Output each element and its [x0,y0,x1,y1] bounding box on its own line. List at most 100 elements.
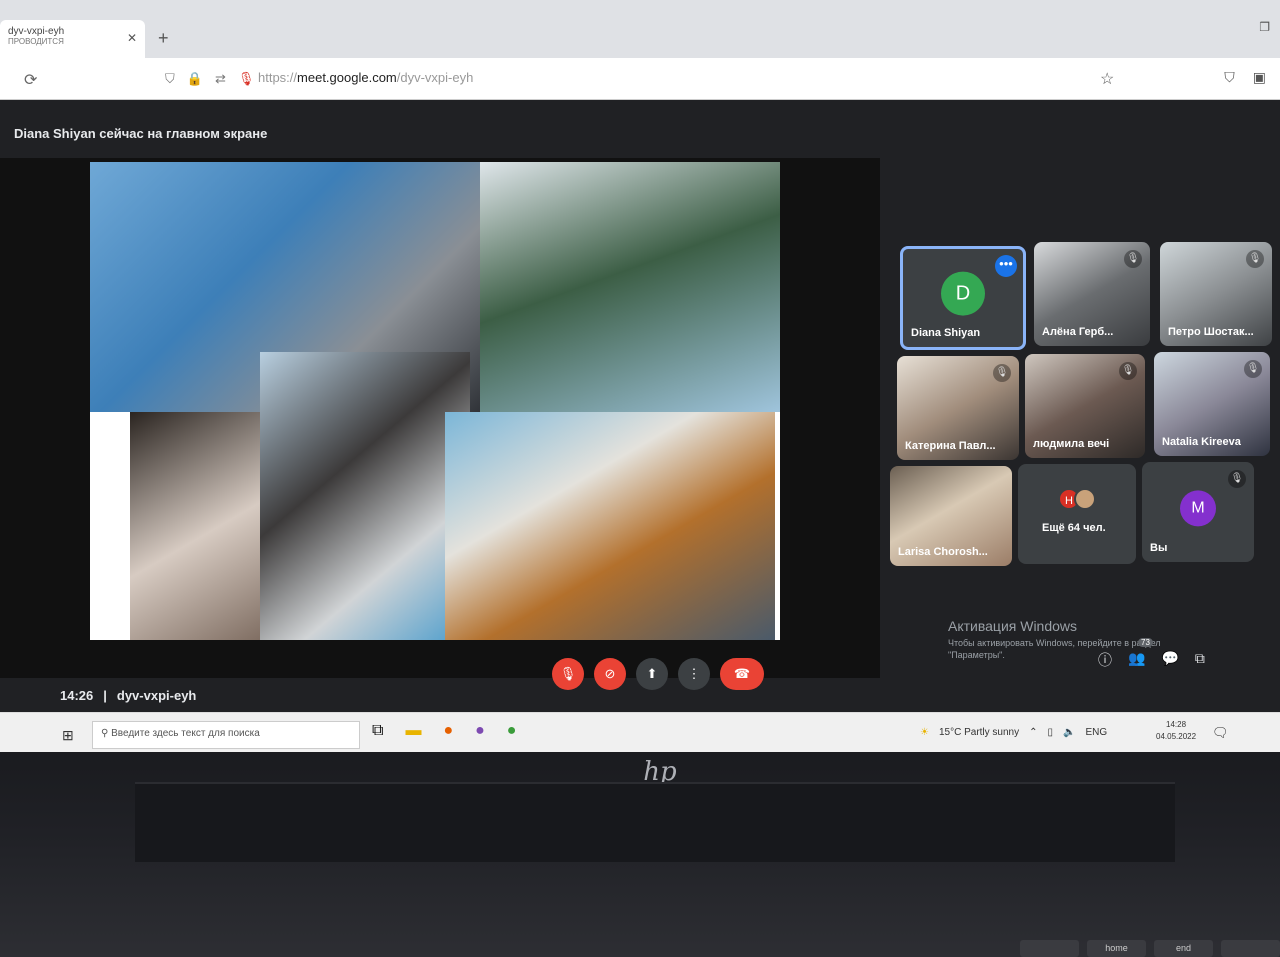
firefox-icon[interactable]: ● [443,722,453,740]
separator: | [103,688,107,703]
people-icon[interactable]: 👥 73 [1128,638,1153,670]
avatar-photo [1074,488,1096,510]
url-prefix: https:// [258,70,298,85]
tray-chevron-icon[interactable]: ⌃ [1029,727,1037,738]
camera-off-button[interactable]: ⊘ [594,658,626,690]
participant-tile[interactable]: 🎙 Катерина Павл... [897,356,1019,460]
url-field[interactable]: https://meet.google.com/dyv-vxpi-eyh [258,70,473,85]
collage-photo [480,162,780,412]
clock-date: 04.05.2022 [1156,732,1197,741]
participant-name: Diana Shiyan [911,327,981,339]
search-icon: ⚲ [101,728,112,739]
browser-tab[interactable]: dyv-vxpi-eyh ПРОВОДИТСЯ ✕ [0,20,145,58]
present-screen-button[interactable]: ⬆ [636,658,668,690]
more-options-icon[interactable]: ••• [995,255,1017,277]
main-stage [0,158,880,678]
mini-avatars: H [1058,488,1096,510]
self-label: Вы [1150,542,1168,554]
mic-off-icon: 🎙 [1244,360,1262,378]
file-explorer-icon[interactable]: ▬ [405,722,421,740]
side-controls: ⓘ 👥 73 💬 ⧉ [1098,638,1205,670]
url-host: meet.google.com [297,70,397,85]
keyboard-key [1221,940,1280,957]
torrent-icon[interactable]: ● [507,722,517,740]
windows-taskbar: ⊞ ⚲ Введите здесь текст для поиска ⧉ ▬ ●… [0,712,1280,757]
notifications-icon[interactable]: 🗨 [1212,725,1229,741]
language-indicator[interactable]: ENG [1085,727,1107,738]
participant-tile[interactable]: 🎙 Natalia Kireeva [1154,352,1270,456]
reload-icon[interactable]: ⟳ [24,70,37,90]
participant-name: Петро Шостак... [1168,326,1254,338]
bookmark-star-icon[interactable]: ☆ [1100,69,1114,89]
toolbar-icons: ⛉ ▣ [1224,69,1266,86]
search-placeholder: Введите здесь текст для поиска [111,728,260,739]
collage-photo [445,412,775,640]
weather-icon: ☀ [920,727,929,738]
microphone-icon[interactable]: 🎙 [238,71,255,87]
participant-name: Larisa Chorosh... [898,546,988,558]
task-view-icon[interactable]: ⧉ [372,722,383,740]
site-info-icons: ⛉ 🔒 ⇄ 🎙 [165,71,254,87]
viber-icon[interactable]: ● [475,722,485,740]
self-tile[interactable]: 🎙 M Вы [1142,462,1254,562]
keyboard-key: home [1087,940,1146,957]
laptop-screen: dyv-vxpi-eyh ПРОВОДИТСЯ ✕ + ❐ ⟳ ⛉ 🔒 ⇄ 🎙 … [0,0,1280,757]
participant-tile[interactable]: 🎙 Петро Шостак... [1160,242,1272,346]
system-tray: ☀ 15°C Partly sunny ⌃ ▯ 🔈 ENG [920,727,1107,738]
close-tab-icon[interactable]: ✕ [127,31,137,45]
mic-off-icon: 🎙 [1124,250,1142,268]
collage-photo [260,352,470,640]
mic-off-icon: 🎙 [1228,470,1246,488]
keyboard-row: home end [1020,940,1280,957]
shield-icon[interactable]: ⛉ [165,71,175,87]
leave-call-button[interactable]: ☎ [720,658,764,690]
participant-tile[interactable]: D ••• Diana Shiyan [900,246,1026,350]
call-controls: 🎙 ⊘ ⬆ ⋮ ☎ [552,658,764,690]
more-participants-tile[interactable]: H Ещё 64 чел. [1018,464,1136,564]
permissions-icon[interactable]: ⇄ [215,71,226,87]
laptop-frame: dyv-vxpi-eyh ПРОВОДИТСЯ ✕ + ❐ ⟳ ⛉ 🔒 ⇄ 🎙 … [0,0,1280,957]
more-options-button[interactable]: ⋮ [678,658,710,690]
participant-name: Natalia Kireeva [1162,436,1241,448]
windows-start-icon[interactable]: ⊞ [62,727,74,744]
more-participants-label: Ещё 64 чел. [1042,522,1106,534]
tab-subtitle: ПРОВОДИТСЯ [8,37,64,46]
mic-off-icon: 🎙 [993,364,1011,382]
pocket-icon[interactable]: ⛉ [1224,69,1235,86]
network-icon[interactable]: ▯ [1048,727,1054,738]
restore-window-icon[interactable]: ❐ [1259,20,1270,34]
window-controls: ❐ [1259,20,1270,34]
taskbar-search-input[interactable]: ⚲ Введите здесь текст для поиска [92,721,360,749]
participant-tile[interactable]: 🎙 Алёна Герб... [1034,242,1150,346]
taskbar-apps: ⧉ ▬ ● ● ● [372,722,516,740]
activation-title: Активация Windows [948,618,1078,634]
new-tab-icon[interactable]: + [158,28,169,49]
participant-tile[interactable]: 🎙 людмила вечі [1025,354,1145,458]
meeting-details-icon[interactable]: ⓘ [1098,650,1112,670]
meeting-info: 14:26 | dyv-vxpi-eyh [60,688,196,703]
participant-name: Катерина Павл... [905,440,996,452]
url-path: /dyv-vxpi-eyh [396,70,474,85]
meet-window: Diana Shiyan сейчас на главном экране D … [0,100,1280,703]
weather-text[interactable]: 15°C Partly sunny [939,727,1019,738]
mic-off-icon: 🎙 [1246,250,1264,268]
browser-tabbar: dyv-vxpi-eyh ПРОВОДИТСЯ ✕ + ❐ [0,0,1280,58]
keyboard-key: end [1154,940,1213,957]
activities-icon[interactable]: ⧉ [1195,650,1205,670]
shared-screen [90,162,780,640]
people-count-badge: 73 [1138,638,1153,647]
chat-icon[interactable]: 💬 [1161,650,1178,670]
participant-name: людмила вечі [1033,438,1110,450]
mic-off-button[interactable]: 🎙 [552,658,584,690]
avatar: M [1180,490,1216,527]
lock-icon[interactable]: 🔒 [187,71,203,87]
tab-title: dyv-vxpi-eyh [8,26,65,37]
presenting-banner: Diana Shiyan сейчас на главном экране [14,126,268,141]
participant-tile[interactable]: Larisa Chorosh... [890,466,1012,566]
meeting-time: 14:26 [60,688,94,703]
participant-name: Алёна Герб... [1042,326,1114,338]
extension-icon[interactable]: ▣ [1253,69,1266,86]
taskbar-clock[interactable]: 14:28 04.05.2022 [1156,719,1196,743]
mic-off-icon: 🎙 [1119,362,1137,380]
volume-icon[interactable]: 🔈 [1063,727,1075,738]
